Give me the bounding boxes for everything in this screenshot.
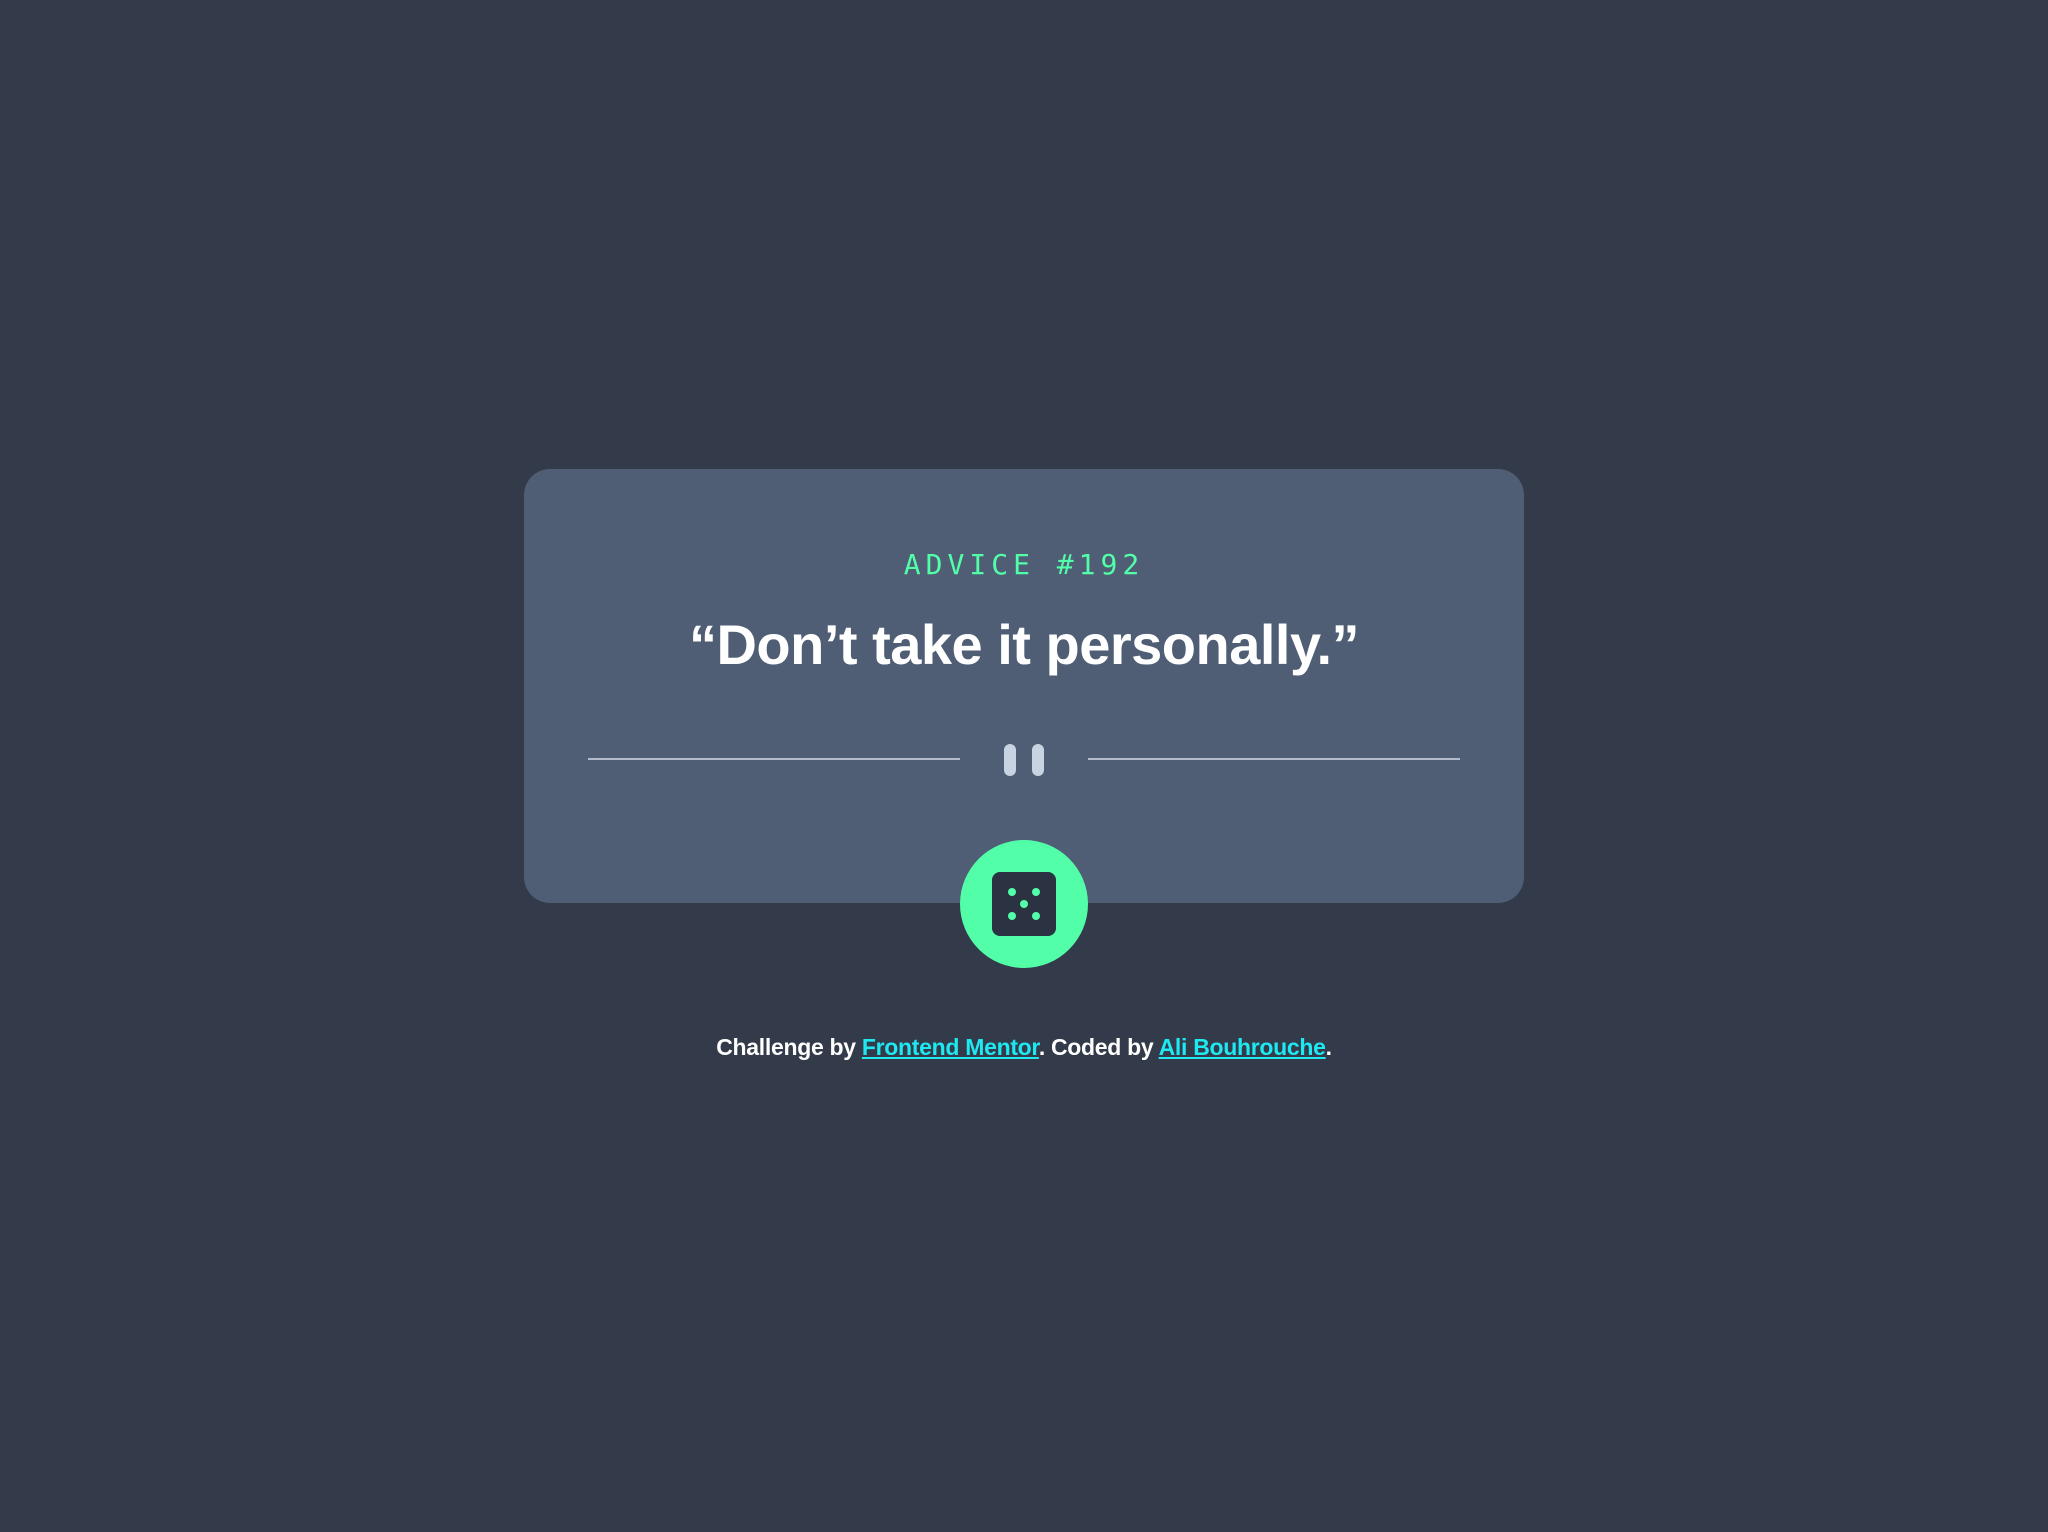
footer-middle: . Coded by [1038, 1034, 1159, 1060]
pause-icon [1032, 744, 1044, 776]
frontend-mentor-link[interactable]: Frontend Mentor [862, 1034, 1039, 1060]
divider-line-left [588, 758, 960, 760]
dice-button[interactable] [960, 840, 1088, 968]
advice-id: ADVICE #192 [903, 548, 1145, 581]
advice-card: ADVICE #192 “Don’t take it personally.” [524, 469, 1524, 903]
pause-icon [1004, 744, 1016, 776]
divider [588, 728, 1460, 776]
footer-suffix: . [1325, 1034, 1332, 1060]
footer-prefix: Challenge by [716, 1034, 862, 1060]
advice-quote: “Don’t take it personally.” [688, 613, 1360, 676]
attribution-footer: Challenge by Frontend Mentor. Coded by A… [0, 1034, 2048, 1061]
dice-icon [992, 872, 1056, 936]
divider-line-right [1088, 758, 1460, 760]
author-link[interactable]: Ali Bouhrouche [1159, 1034, 1326, 1060]
